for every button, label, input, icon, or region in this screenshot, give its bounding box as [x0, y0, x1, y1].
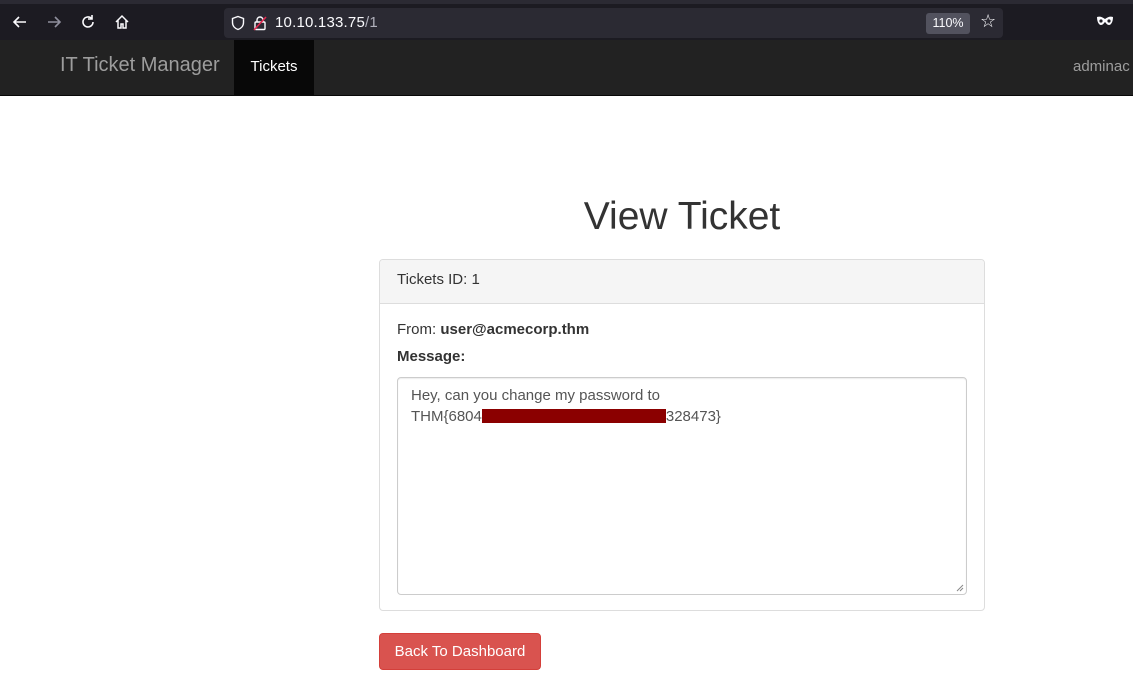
from-email: user@acmecorp.thm	[440, 321, 590, 338]
url-path: /1	[364, 14, 378, 31]
browser-toolbar: 10.10.133.75/1 110% ☆	[0, 0, 1133, 40]
nav-tab-tickets[interactable]: Tickets	[234, 40, 314, 95]
home-icon[interactable]	[112, 12, 132, 32]
shield-icon[interactable]	[230, 15, 246, 31]
nav-user-link[interactable]: adminac	[1073, 58, 1130, 75]
ticket-panel: Tickets ID: 1 From: user@acmecorp.thm Me…	[379, 259, 985, 611]
reload-icon[interactable]	[78, 12, 98, 32]
bookmark-star-icon[interactable]: ☆	[980, 11, 996, 32]
from-line: From: user@acmecorp.thm	[397, 321, 967, 341]
app-navbar: IT Ticket Manager Tickets adminac	[0, 40, 1133, 96]
private-browsing-mask-icon	[1097, 16, 1113, 25]
insecure-lock-icon[interactable]	[252, 15, 268, 31]
redaction-bar	[481, 409, 666, 423]
url-host: 10.10.133.75	[275, 14, 365, 31]
url-bar[interactable]: 10.10.133.75/1 110% ☆	[224, 8, 1003, 38]
message-textarea[interactable]: Hey, can you change my password to THM{6…	[397, 377, 967, 595]
ticket-body: From: user@acmecorp.thm Message: Hey, ca…	[380, 304, 984, 612]
url-text[interactable]: 10.10.133.75/1	[275, 14, 378, 31]
ticket-id-heading: Tickets ID: 1	[380, 260, 984, 304]
from-label: From:	[397, 321, 437, 338]
zoom-level-badge[interactable]: 110%	[926, 13, 970, 34]
flag-suffix: 328473}	[665, 408, 721, 425]
message-line-2: THM{6804 328473}	[411, 406, 953, 427]
flag-prefix: THM{6804	[411, 408, 482, 425]
navbar-brand[interactable]: IT Ticket Manager	[60, 54, 220, 77]
forward-arrow-icon[interactable]	[44, 12, 64, 32]
page-title: View Ticket	[583, 195, 781, 238]
message-label: Message:	[397, 348, 466, 365]
back-arrow-icon[interactable]	[10, 12, 30, 32]
resize-grip-icon[interactable]	[954, 582, 964, 592]
back-to-dashboard-button[interactable]: Back To Dashboard	[379, 633, 541, 670]
message-line-1: Hey, can you change my password to	[411, 387, 661, 404]
